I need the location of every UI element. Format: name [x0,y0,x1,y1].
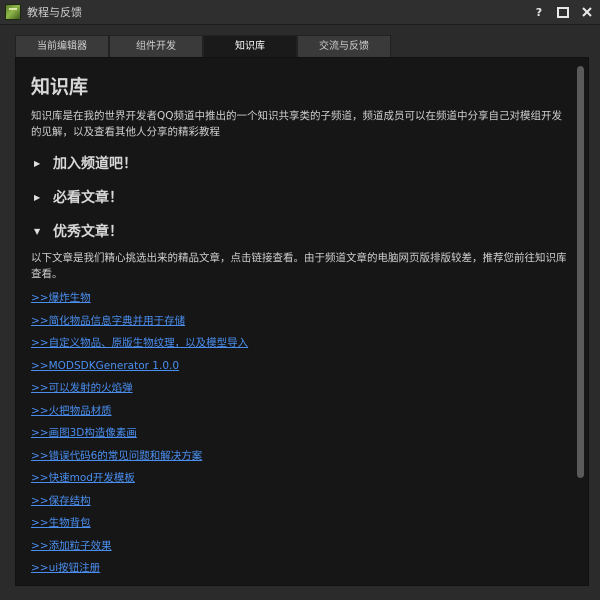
tab-knowledge-base[interactable]: 知识库 [203,35,297,58]
section-join-channel[interactable]: ▶ 加入频道吧！ [31,152,571,174]
article-link[interactable]: >>爆炸生物 [31,290,571,313]
caret-down-icon: ▼ [34,226,41,236]
vertical-scrollbar[interactable] [577,66,584,478]
maximize-icon [557,6,569,18]
close-icon [582,7,592,17]
section-title: 优秀文章！ [53,224,123,240]
article-link[interactable]: >>保存结构 [31,493,571,516]
maximize-button[interactable] [556,5,570,19]
article-link[interactable]: >>自定义物品、原版生物纹理，以及模型导入 [31,335,571,358]
knowledge-base-panel: 知识库 知识库是在我的世界开发者QQ频道中推出的一个知识共享类的子频道，频道成员… [15,57,589,586]
article-link-list: >>爆炸生物 >>简化物品信息字典并用于存储 >>自定义物品、原版生物纹理，以及… [31,290,571,583]
section-title: 必看文章！ [53,190,123,206]
tab-feedback[interactable]: 交流与反馈 [297,35,391,58]
title-bar: 教程与反馈 ? [0,0,600,25]
article-link[interactable]: >>MODSDKGenerator 1.0.0 [31,358,571,381]
window-controls: ? [532,0,594,24]
intro-text: 知识库是在我的世界开发者QQ频道中推出的一个知识共享类的子频道，频道成员可以在频… [31,110,563,138]
tab-component-dev[interactable]: 组件开发 [109,35,203,58]
panel-content: 知识库 知识库是在我的世界开发者QQ频道中推出的一个知识共享类的子频道，频道成员… [31,76,571,583]
close-button[interactable] [580,5,594,19]
article-link[interactable]: >>生物背包 [31,515,571,538]
article-link[interactable]: >>画图3D构造像素画 [31,425,571,448]
article-link[interactable]: >>可以发射的火焰弹 [31,380,571,403]
section-title: 加入频道吧！ [53,156,137,172]
article-link[interactable]: >>ui按钮注册 [31,560,571,583]
article-link[interactable]: >>火把物品材质 [31,403,571,426]
section-must-read[interactable]: ▶ 必看文章！ [31,186,571,208]
page-title: 知识库 [31,76,89,98]
window-title: 教程与反馈 [27,6,82,19]
tab-current-editor[interactable]: 当前编辑器 [15,35,109,58]
article-link[interactable]: >>添加粒子效果 [31,538,571,561]
excellent-articles-description: 以下文章是我们精心挑选出来的精品文章，点击链接查看。由于频道文章的电脑网页版排版… [31,252,567,280]
article-link[interactable]: >>简化物品信息字典并用于存储 [31,313,571,336]
article-link[interactable]: >>错误代码6的常见问题和解决方案 [31,448,571,471]
caret-right-icon: ▶ [34,158,41,168]
help-button[interactable]: ? [532,5,546,19]
caret-right-icon: ▶ [34,192,41,202]
article-link[interactable]: >>快速mod开发模板 [31,470,571,493]
tab-bar: 当前编辑器 组件开发 知识库 交流与反馈 [15,35,391,58]
section-excellent-articles[interactable]: ▼ 优秀文章！ [31,220,571,242]
app-logo-icon [5,4,21,20]
